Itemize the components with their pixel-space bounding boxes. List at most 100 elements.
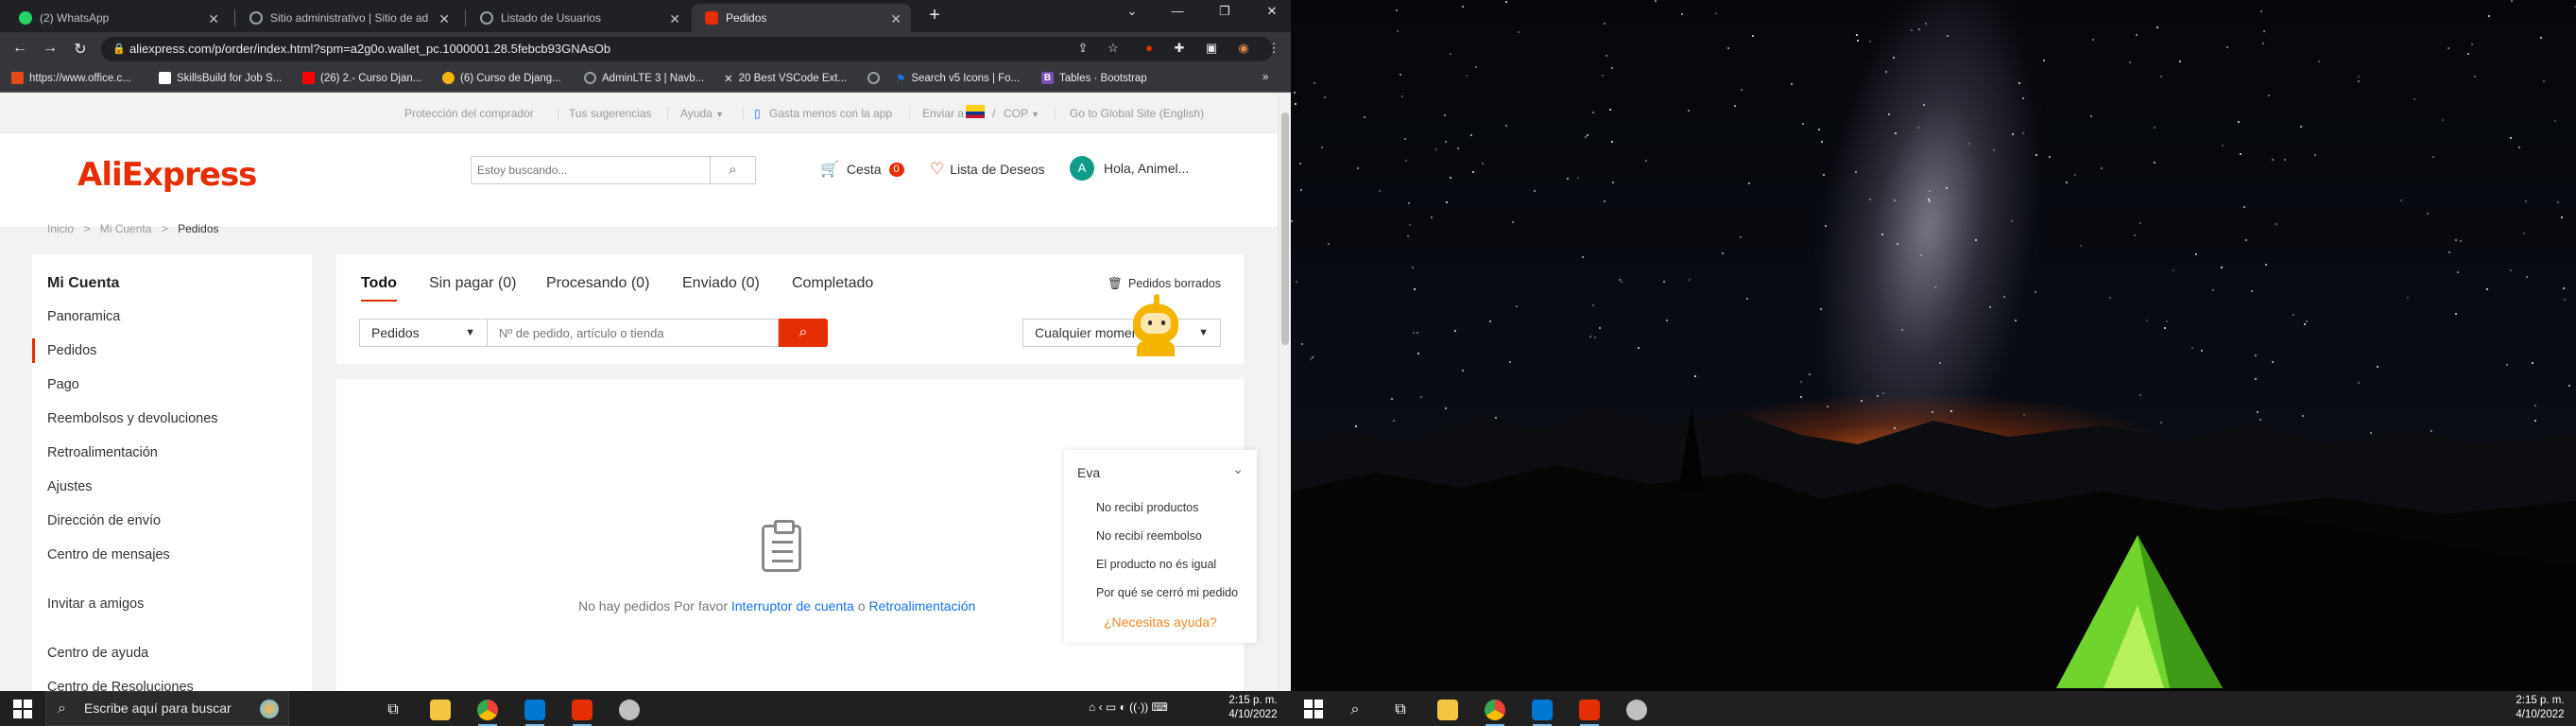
bookmark-globe[interactable] bbox=[867, 72, 885, 84]
bookmark-bootstrap-tables[interactable]: B Tables · Bootstrap bbox=[1041, 72, 1147, 84]
chrome-icon[interactable] bbox=[469, 694, 507, 726]
buyer-protection-link[interactable]: Protección del comprador bbox=[404, 107, 534, 120]
aliexpress-logo[interactable]: AliExpress bbox=[77, 156, 257, 194]
bookmark-skillsbuild[interactable]: SkillsBuild for Job S... bbox=[159, 72, 282, 84]
breadcrumb-home[interactable]: Inicio bbox=[47, 222, 74, 235]
switch-account-link[interactable]: Interruptor de cuenta bbox=[731, 598, 854, 614]
tab-whatsapp[interactable]: (2) WhatsApp ✕ bbox=[6, 4, 229, 32]
close-tab-icon[interactable]: ✕ bbox=[890, 11, 902, 27]
windows-start-button[interactable] bbox=[1304, 700, 1323, 718]
new-tab-button[interactable]: + bbox=[923, 5, 946, 26]
extensions-puzzle-icon[interactable]: ✚ bbox=[1170, 41, 1189, 56]
sidebar-toggle-icon[interactable]: ▣ bbox=[1202, 41, 1221, 56]
currency-menu[interactable]: COP ▼ bbox=[1004, 107, 1039, 120]
tab-search-icon[interactable]: ⌄ bbox=[1113, 4, 1151, 19]
search-button[interactable]: ⌕ bbox=[710, 157, 755, 183]
close-tab-icon[interactable]: ✕ bbox=[669, 11, 680, 27]
page-scrollbar[interactable] bbox=[1278, 94, 1291, 691]
chat-option[interactable]: El producto no és igual bbox=[1096, 558, 1216, 571]
global-site-link[interactable]: Go to Global Site (English) bbox=[1070, 107, 1204, 120]
tab-completed[interactable]: Completado bbox=[792, 275, 873, 292]
order-search-button[interactable]: ⌕ bbox=[779, 319, 828, 347]
file-explorer-icon[interactable] bbox=[1429, 694, 1467, 726]
chat-option[interactable]: Por qué se cerró mi pedido bbox=[1096, 586, 1238, 599]
restore-button[interactable]: ❐ bbox=[1206, 4, 1244, 19]
bookmark-adminlte[interactable]: AdminLTE 3 | Navb... bbox=[584, 72, 704, 84]
aliexpress-app-icon[interactable] bbox=[1571, 694, 1608, 726]
chat-option[interactable]: No recibí productos bbox=[1096, 501, 1198, 514]
address-bar[interactable]: 🔒 aliexpress.com/p/order/index.html?spm=… bbox=[101, 37, 1273, 61]
close-tab-icon[interactable]: ✕ bbox=[208, 11, 219, 27]
sidebar-item-shipping-address[interactable]: Dirección de envío bbox=[47, 513, 161, 528]
order-search-input[interactable] bbox=[488, 319, 779, 347]
bookmark-office[interactable]: https://www.office.c... bbox=[11, 72, 131, 84]
taskbar-clock[interactable]: 2:15 p. m. 4/10/2022 bbox=[1223, 694, 1283, 722]
tab-orders[interactable]: Pedidos ✕ bbox=[692, 4, 911, 32]
taskbar-search[interactable]: ⌕ Escribe aquí para buscar bbox=[45, 691, 289, 726]
feedback-link[interactable]: Retroalimentación bbox=[868, 598, 975, 614]
clock-time: 2:15 p. m. bbox=[1228, 695, 1278, 706]
tab-admin-site[interactable]: Sitio administrativo | Sitio de ad ✕ bbox=[236, 4, 459, 32]
search-input[interactable] bbox=[472, 157, 717, 183]
cart-link[interactable]: 🛒 Cesta 0 bbox=[820, 160, 904, 179]
scrollbar-thumb[interactable] bbox=[1281, 112, 1289, 345]
app-icon[interactable] bbox=[610, 694, 648, 726]
sidebar-item-overview[interactable]: Panoramica bbox=[47, 309, 120, 324]
menu-kebab-icon[interactable]: ⋮ bbox=[1264, 41, 1283, 56]
tab-processing[interactable]: Procesando (0) bbox=[546, 275, 649, 292]
more-bookmarks-icon[interactable]: » bbox=[1262, 72, 1268, 83]
chat-option[interactable]: No recibí reembolso bbox=[1096, 529, 1202, 543]
sidebar-item-orders[interactable]: Pedidos bbox=[31, 338, 96, 363]
app-icon[interactable] bbox=[1618, 694, 1656, 726]
sidebar-item-resolution-center[interactable]: Centro de Resoluciones bbox=[47, 680, 194, 691]
bookmark-vscode-ext[interactable]: ✕ 20 Best VSCode Ext... bbox=[724, 72, 847, 85]
account-menu[interactable]: A Hola, Animel... bbox=[1070, 156, 1189, 181]
file-explorer-icon[interactable] bbox=[421, 694, 459, 726]
back-button[interactable]: ← bbox=[9, 40, 30, 57]
suggestions-link[interactable]: Tus sugerencias bbox=[569, 107, 652, 120]
bookmark-icons[interactable]: ⚑ Search v5 Icons | Fo... bbox=[896, 72, 1020, 85]
chrome-icon[interactable] bbox=[1476, 694, 1514, 726]
forward-button[interactable]: → bbox=[40, 40, 60, 57]
sidebar-item-invite-friends[interactable]: Invitar a amigos bbox=[47, 596, 144, 612]
task-view-icon[interactable]: ⧉ bbox=[1382, 694, 1419, 726]
need-help-link[interactable]: ¿Necesitas ayuda? bbox=[1104, 614, 1217, 630]
order-type-select[interactable]: Pedidos ▼ bbox=[359, 319, 488, 347]
extension-red-icon[interactable]: ● bbox=[1140, 41, 1159, 55]
app-promo-link[interactable]: Gasta menos con la app bbox=[769, 107, 892, 120]
tab-shipped[interactable]: Enviado (0) bbox=[682, 275, 760, 292]
close-window-button[interactable]: ✕ bbox=[1253, 4, 1291, 19]
reload-button[interactable]: ↻ bbox=[70, 40, 91, 59]
vscode-icon[interactable] bbox=[1523, 694, 1561, 726]
bookmark-star-icon[interactable]: ☆ bbox=[1104, 41, 1123, 56]
help-menu[interactable]: Ayuda ▼ bbox=[680, 107, 724, 120]
sidebar-item-payment[interactable]: Pago bbox=[47, 377, 79, 392]
sidebar-item-settings[interactable]: Ajustes bbox=[47, 479, 93, 494]
taskbar-clock[interactable]: 2:15 p. m. 4/10/2022 bbox=[2510, 694, 2570, 722]
aliexpress-app-icon[interactable] bbox=[563, 694, 601, 726]
minimize-button[interactable]: — bbox=[1159, 4, 1196, 18]
sidebar-item-refunds[interactable]: Reembolsos y devoluciones bbox=[47, 411, 218, 426]
sidebar-item-message-center[interactable]: Centro de mensajes bbox=[47, 547, 170, 562]
tab-user-list[interactable]: Listado de Usuarios ✕ bbox=[467, 4, 690, 32]
system-tray-icons[interactable]: ⌂ ‹ ▭ ◐ ((·)) ⌨ bbox=[1089, 700, 1168, 714]
wishlist-link[interactable]: ♡ Lista de Deseos bbox=[930, 160, 1045, 179]
tab-unpaid[interactable]: Sin pagar (0) bbox=[429, 275, 517, 292]
search-icon[interactable]: ⌕ bbox=[1336, 694, 1374, 726]
breadcrumb-account[interactable]: Mi Cuenta bbox=[100, 222, 152, 235]
sidebar-item-feedback[interactable]: Retroalimentación bbox=[47, 445, 158, 460]
close-tab-icon[interactable]: ✕ bbox=[438, 11, 450, 27]
chat-assistant-avatar[interactable] bbox=[1127, 288, 1190, 356]
bookmark-curso-django-2[interactable]: (26) 2.- Curso Djan... bbox=[302, 72, 421, 84]
chevron-down-icon[interactable]: ⌄ bbox=[1232, 461, 1244, 477]
vscode-icon[interactable] bbox=[516, 694, 554, 726]
bookmark-curso-django-6[interactable]: (6) Curso de Djang... bbox=[442, 72, 561, 84]
share-icon[interactable]: ⇪ bbox=[1073, 41, 1092, 56]
sidebar-item-help-center[interactable]: Centro de ayuda bbox=[47, 646, 148, 661]
time-filter-select[interactable]: Cualquier momento ▼ bbox=[1022, 319, 1221, 347]
profile-avatar-icon[interactable]: ◉ bbox=[1234, 41, 1253, 56]
windows-start-button[interactable] bbox=[13, 700, 32, 718]
ship-to-label[interactable]: Enviar a bbox=[922, 107, 964, 120]
tab-all[interactable]: Todo bbox=[361, 275, 397, 302]
task-view-icon[interactable]: ⧉ bbox=[374, 694, 412, 726]
